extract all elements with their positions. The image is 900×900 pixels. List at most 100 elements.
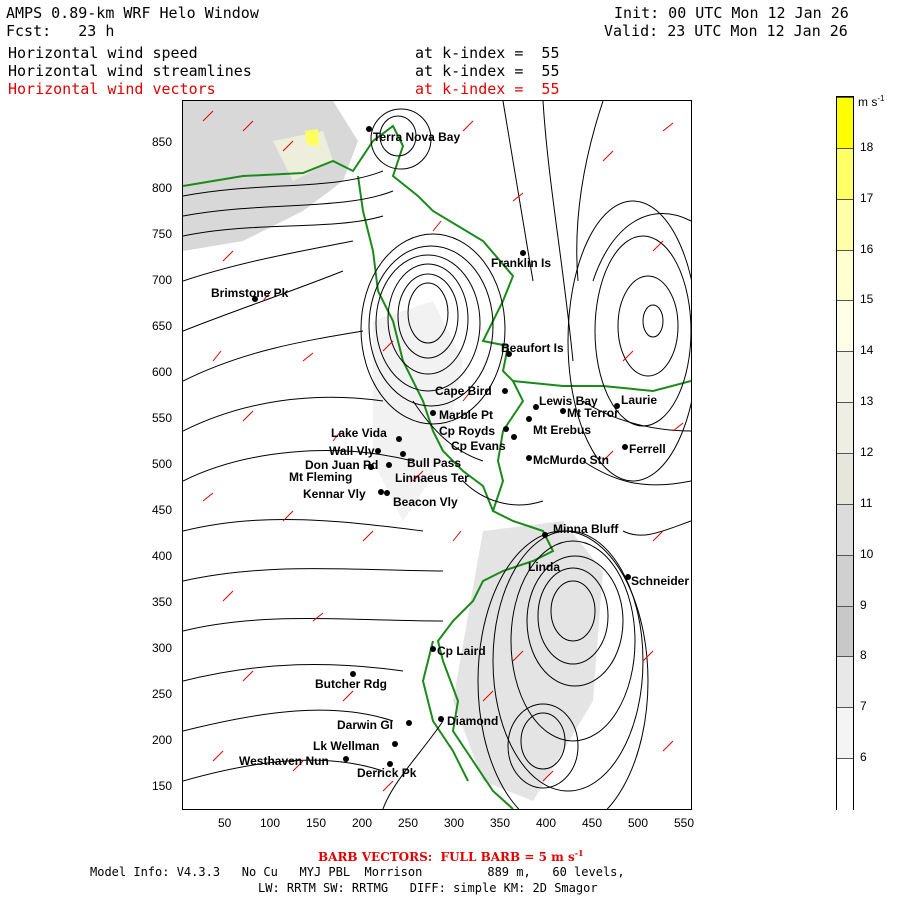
- wind-map-svg: Terra Nova Bay Franklin Is Brimstone Pk …: [183, 101, 691, 809]
- forecast-hour: Fcst: 23 h: [6, 22, 115, 40]
- colorbar-segment: [837, 249, 853, 302]
- place-label: Schneider: [631, 574, 689, 588]
- y-tick: 850: [152, 135, 173, 149]
- place-label: McMurdo Stn: [533, 453, 609, 467]
- y-tick: 650: [152, 319, 173, 333]
- colorbar-segment: [837, 554, 853, 607]
- y-tick: 450: [152, 503, 173, 517]
- colorbar-segment: [837, 97, 853, 149]
- valid-time: Valid: 23 UTC Mon 12 Jan 26: [604, 22, 848, 40]
- colorbar-label: 17: [860, 190, 874, 205]
- physics-info: LW: RRTM SW: RRTMG DIFF: simple KM: 2D S…: [258, 881, 598, 895]
- colorbar-segment: [837, 402, 853, 454]
- place-label: Mt Erebus: [533, 423, 591, 437]
- field-1-name: Horizontal wind speed: [8, 44, 198, 62]
- model-info: Model Info: V4.3.3 No Cu MYJ PBL Morriso…: [90, 865, 625, 879]
- x-tick: 350: [490, 816, 511, 830]
- place-label: Mt Terror: [567, 406, 619, 420]
- colorbar-segment: [837, 147, 853, 200]
- x-tick: 100: [260, 816, 281, 830]
- place-label: Beacon Vly: [393, 495, 458, 509]
- colorbar-label: 16: [860, 241, 874, 256]
- place-label: Derrick Pk: [357, 766, 417, 780]
- y-tick: 150: [152, 779, 173, 793]
- place-label: Mt Fleming: [289, 470, 352, 484]
- place-label: Westhaven Nun: [239, 754, 329, 768]
- place-label: Franklin Is: [491, 256, 551, 270]
- wind-map: Terra Nova Bay Franklin Is Brimstone Pk …: [182, 100, 692, 810]
- x-tick: 200: [352, 816, 373, 830]
- place-label: Marble Pt: [439, 408, 493, 422]
- colorbar-label: 6: [860, 750, 867, 765]
- place-label: Diamond: [447, 714, 498, 728]
- colorbar-segment: [837, 300, 853, 353]
- x-tick: 500: [628, 816, 649, 830]
- colorbar-label: 7: [860, 699, 867, 714]
- y-tick: 350: [152, 595, 173, 609]
- barb-legend: BARB VECTORS: FULL BARB = 5 m s-1: [318, 848, 584, 864]
- field-3-name: Horizontal wind vectors: [8, 80, 216, 98]
- y-tick: 200: [152, 733, 173, 747]
- colorbar-label: 15: [860, 292, 874, 307]
- x-tick: 450: [582, 816, 603, 830]
- x-tick: 300: [444, 816, 465, 830]
- x-tick: 250: [398, 816, 419, 830]
- place-label: Brimstone Pk: [211, 286, 289, 300]
- colorbar-segment: [837, 351, 853, 404]
- place-label: Cp Evans: [451, 439, 506, 453]
- x-tick: 550: [674, 816, 695, 830]
- y-tick: 500: [152, 457, 173, 471]
- field-2-name: Horizontal wind streamlines: [8, 62, 252, 80]
- x-tick: 150: [306, 816, 327, 830]
- colorbar-segment: [837, 656, 853, 709]
- place-label: Cp Laird: [437, 644, 486, 658]
- place-label: Terra Nova Bay: [373, 130, 460, 144]
- wind-speed-shading-nw: [183, 101, 358, 251]
- place-label: Cape Bird: [435, 384, 492, 398]
- place-label: Bull Pass: [407, 456, 461, 470]
- colorbar-label: 14: [860, 343, 874, 358]
- field-3-level: at k-index = 55: [415, 80, 560, 98]
- place-label: Linda: [528, 560, 560, 574]
- colorbar-segment: [837, 758, 853, 810]
- place-label: Butcher Rdg: [315, 677, 387, 691]
- colorbar-label: 8: [860, 648, 867, 663]
- colorbar-segment: [837, 707, 853, 760]
- x-tick: 50: [218, 816, 232, 830]
- y-tick: 250: [152, 687, 173, 701]
- y-tick: 750: [152, 227, 173, 241]
- colorbar-segment: [837, 198, 853, 251]
- colorbar-segment: [837, 605, 853, 658]
- y-tick: 550: [152, 411, 173, 425]
- place-label: Lk Wellman: [313, 739, 379, 753]
- y-tick: 800: [152, 181, 173, 195]
- field-2-level: at k-index = 55: [415, 62, 560, 80]
- y-tick: 300: [152, 641, 173, 655]
- color-bar: [836, 96, 854, 810]
- place-label: Cp Royds: [439, 424, 495, 438]
- place-label: Linnaeus Ter: [395, 471, 469, 485]
- colorbar-label: 12: [860, 445, 874, 459]
- place-label: Wall Vly: [329, 444, 375, 458]
- colorbar-segment: [837, 503, 853, 556]
- y-tick: 600: [152, 365, 173, 379]
- init-time: Init: 00 UTC Mon 12 Jan 26: [614, 4, 849, 22]
- colorbar-segment: [837, 453, 853, 505]
- place-label: Laurie: [621, 393, 657, 407]
- place-label: Ferrell: [629, 442, 666, 456]
- place-label: Lake Vida: [331, 426, 387, 440]
- colorbar-label: 13: [860, 394, 874, 409]
- place-label: Kennar Vly: [303, 487, 366, 501]
- place-label: Minna Bluff: [553, 522, 619, 536]
- colorbar-label: 11: [860, 495, 873, 510]
- colorbar-label: 9: [860, 597, 867, 612]
- colorbar-label: 18: [860, 139, 874, 154]
- y-tick: 400: [152, 549, 173, 563]
- place-label: Beaufort Is: [501, 341, 564, 355]
- x-tick: 400: [536, 816, 557, 830]
- place-label: Darwin Gl: [337, 718, 393, 732]
- model-title: AMPS 0.89-km WRF Helo Window: [6, 4, 259, 22]
- colorbar-label: 10: [860, 546, 874, 561]
- wind-speed-max-core: [305, 129, 319, 146]
- field-1-level: at k-index = 55: [415, 44, 560, 62]
